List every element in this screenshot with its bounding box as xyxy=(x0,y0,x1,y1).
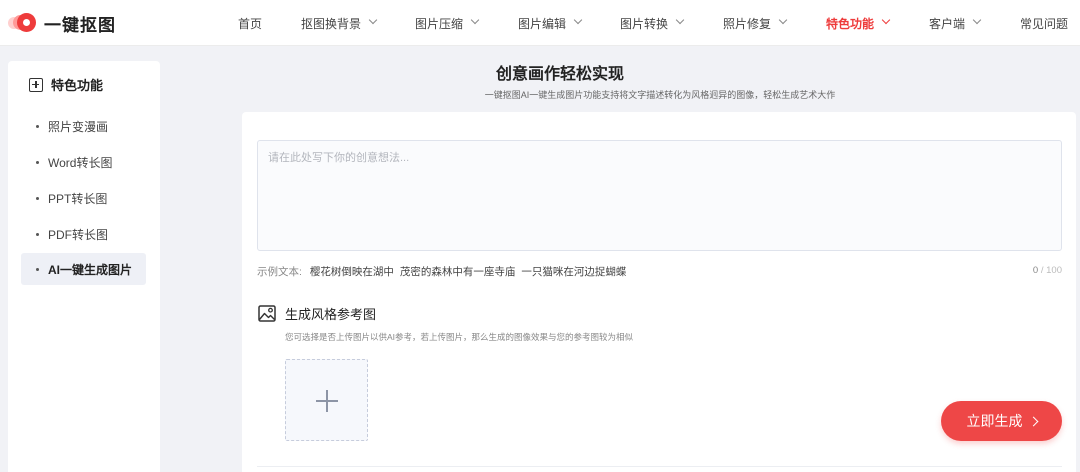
reference-image-title: 生成风格参考图 xyxy=(285,307,377,322)
character-limit: / 100 xyxy=(1040,265,1062,276)
plus-square-icon xyxy=(29,77,43,92)
chevron-down-icon xyxy=(972,15,982,25)
sidebar-item-pdf-to-long-image[interactable]: PDF转长图 xyxy=(21,218,146,250)
example-prompt[interactable]: 茂密的森林中有一座寺庙 xyxy=(400,264,516,279)
chevron-down-icon xyxy=(881,15,891,25)
sidebar-item-label: AI一键生成图片 xyxy=(48,262,133,277)
chevron-down-icon xyxy=(675,15,685,25)
reference-image-upload[interactable] xyxy=(285,359,368,441)
nav-item-image-compress[interactable]: 图片压缩 xyxy=(415,0,480,46)
top-navigation-bar: 一键抠图 首页 抠图换背景 图片压缩 图片编辑 图片转换 照片修复 特色功能 客… xyxy=(0,0,1080,46)
page-subtitle: 一键抠图AI一键生成图片功能支持将文字描述转化为风格迥异的图像，轻松生成艺术大作 xyxy=(484,90,836,100)
generator-panel: 示例文本: 樱花树倒映在湖中 茂密的森林中有一座寺庙 一只猫咪在河边捉蝴蝶 0 … xyxy=(242,112,1076,472)
page-title: 创意画作轻松实现 xyxy=(495,66,624,83)
nav-item-label: 图片编辑 xyxy=(518,16,567,31)
nav-item-label: 特色功能 xyxy=(826,16,875,31)
nav-item-label: 首页 xyxy=(238,16,263,31)
sidebar-item-photo-to-cartoon[interactable]: 照片变漫画 xyxy=(21,110,146,142)
nav-item-label: 图片转换 xyxy=(620,16,669,31)
nav-item-label: 客户端 xyxy=(929,16,966,31)
nav-item-special-features[interactable]: 特色功能 xyxy=(826,0,891,46)
plus-icon-vertical xyxy=(326,390,328,412)
nav-item-label: 照片修复 xyxy=(723,16,772,31)
nav-item-photo-repair[interactable]: 照片修复 xyxy=(723,0,788,46)
chevron-down-icon xyxy=(368,15,378,25)
reference-image-header: 生成风格参考图 xyxy=(258,304,376,323)
chevron-down-icon xyxy=(778,15,788,25)
divider xyxy=(257,466,1062,467)
bullet-icon xyxy=(36,267,39,271)
nav-item-image-edit[interactable]: 图片编辑 xyxy=(518,0,583,46)
example-prompts: 示例文本: 樱花树倒映在湖中 茂密的森林中有一座寺庙 一只猫咪在河边捉蝴蝶 xyxy=(257,264,632,279)
nav-item-label: 图片压缩 xyxy=(415,16,464,31)
bullet-icon xyxy=(36,160,39,164)
sidebar-item-ai-generate-image[interactable]: AI一键生成图片 xyxy=(21,253,146,285)
sidebar-item-label: 照片变漫画 xyxy=(48,119,109,134)
sidebar-header: 特色功能 xyxy=(29,75,103,94)
chevron-down-icon xyxy=(470,15,480,25)
prompt-input[interactable] xyxy=(258,141,1061,250)
example-label: 示例文本: xyxy=(257,266,302,278)
nav-item-client[interactable]: 客户端 xyxy=(929,0,982,46)
nav-item-image-convert[interactable]: 图片转换 xyxy=(620,0,685,46)
sidebar-title: 特色功能 xyxy=(51,78,104,93)
generate-button-label: 立即生成 xyxy=(966,413,1023,429)
sidebar-item-ppt-to-long-image[interactable]: PPT转长图 xyxy=(21,182,146,214)
prompt-input-container xyxy=(257,140,1062,251)
sidebar-item-label: Word转长图 xyxy=(48,155,113,170)
chevron-right-icon xyxy=(1028,416,1038,426)
logo-icon xyxy=(8,13,36,33)
sidebar: 特色功能 照片变漫画 Word转长图 PPT转长图 PDF转长图 AI一键生成图… xyxy=(8,61,160,472)
character-count: 0 xyxy=(1032,265,1039,276)
sidebar-item-label: PDF转长图 xyxy=(48,227,109,242)
character-counter: 0 / 100 xyxy=(1033,265,1062,276)
nav-item-faq[interactable]: 常见问题 xyxy=(1020,0,1068,46)
image-icon xyxy=(258,305,276,322)
generate-button[interactable]: 立即生成 xyxy=(941,401,1062,441)
nav-item-home[interactable]: 首页 xyxy=(238,0,262,46)
example-prompt[interactable]: 一只猫咪在河边捉蝴蝶 xyxy=(521,264,626,279)
bullet-icon xyxy=(36,196,39,200)
brand-name: 一键抠图 xyxy=(44,15,116,35)
bullet-icon xyxy=(36,232,39,236)
bullet-icon xyxy=(36,124,39,128)
brand-logo[interactable]: 一键抠图 xyxy=(8,10,116,36)
nav-item-label: 抠图换背景 xyxy=(301,16,362,31)
sidebar-item-label: PPT转长图 xyxy=(48,191,108,206)
chevron-down-icon xyxy=(573,15,583,25)
sidebar-item-word-to-long-image[interactable]: Word转长图 xyxy=(21,146,146,178)
nav-item-label: 常见问题 xyxy=(1020,16,1069,31)
reference-image-description: 您可选择是否上传图片以供AI参考，若上传图片，那么生成的图像效果与您的参考图较为… xyxy=(285,332,634,342)
example-prompt[interactable]: 樱花树倒映在湖中 xyxy=(310,264,394,279)
nav-item-cutout-background[interactable]: 抠图换背景 xyxy=(301,0,378,46)
